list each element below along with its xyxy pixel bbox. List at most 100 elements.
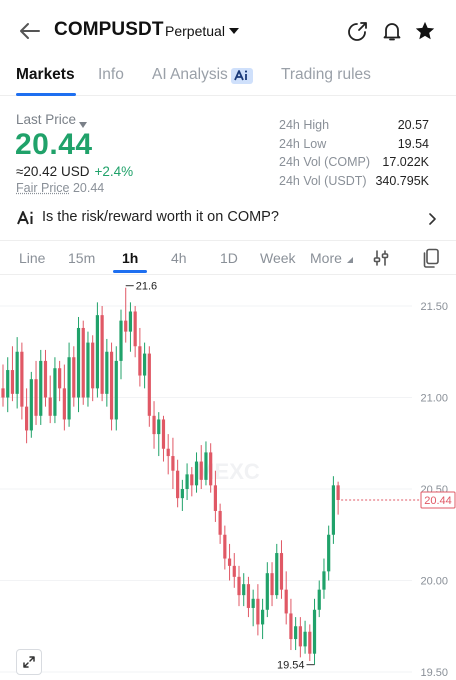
candle-body [279,553,284,590]
candle-body [246,584,251,608]
tab-markets[interactable]: Markets [16,66,75,84]
candle-body [91,342,95,389]
stats-panel: 24h High 20.57 24h Low 19.54 24h Vol (CO… [279,118,429,192]
current-price-tag-label: 20.44 [424,495,452,507]
candle-body [43,360,48,398]
candle-body [185,474,189,489]
stat-value: 19.54 [397,136,429,151]
candle-body [53,368,57,416]
candle-body [275,553,279,596]
candle-body [10,370,15,394]
candle-body [303,631,307,647]
interval-1d[interactable]: 1D [220,250,238,266]
candle-body [147,353,151,416]
candle-body [166,448,170,457]
top-bar: COMPUSDT Perpetual [0,0,456,60]
candle-body [327,534,331,572]
candle-body [204,452,208,480]
candle-body [62,388,66,420]
candle-body [20,351,24,407]
candle-body [58,368,62,389]
interval-bar: Line 15m 1h 4h 1D Week More [0,241,456,275]
fair-price-line: Fair Price 20.44 [16,181,104,195]
indicator-settings-icon[interactable] [370,247,392,269]
back-button[interactable] [16,18,44,44]
candle-body [39,360,43,416]
candle-body [322,571,326,590]
low-marker-label: 19.54 [277,660,305,672]
y-tick-label: 21.50 [420,301,448,313]
candle-body [227,558,232,566]
last-price-label[interactable]: Last Price [16,112,76,127]
candle-body [76,327,81,398]
candle-body [190,474,194,486]
candle-body [194,461,199,486]
candle-body [312,609,317,654]
candle-body [171,456,175,471]
candles-group [1,287,340,665]
fair-price-value: 20.44 [72,181,105,195]
candle-body [308,631,312,654]
candle-body [209,452,213,486]
star-icon[interactable] [412,18,438,44]
candle-body [29,379,33,431]
candle-body [124,320,128,332]
candle-body [72,357,76,398]
active-tab-indicator [16,93,76,96]
interval-more[interactable]: More [310,250,354,266]
tab-ai-analysis-label: AI Analysis [152,66,228,83]
candle-body [114,360,118,420]
chart-grid [0,305,412,673]
candle-body [95,315,99,389]
interval-week[interactable]: Week [260,250,296,266]
candle-body [81,327,85,398]
expand-icon [23,656,35,668]
interval-4h[interactable]: 4h [171,250,187,266]
candle-body [25,406,29,431]
candle-body [67,357,71,420]
high-marker-label: 21.6 [136,281,157,293]
pair-symbol[interactable]: COMPUSDT [54,19,164,41]
interval-line[interactable]: Line [19,250,45,266]
contract-type[interactable]: Perpetual [165,23,225,39]
usd-value: ≈20.42 USD [16,164,90,179]
candle-body [133,311,137,347]
candle-body [1,388,5,398]
candle-body [232,565,236,577]
y-tick-label: 19.50 [420,667,448,679]
tab-ai-analysis[interactable]: AI Analysis [152,66,253,84]
tab-trading-rules[interactable]: Trading rules [281,66,371,84]
interval-1h[interactable]: 1h [122,250,138,266]
candle-body [128,311,133,332]
stat-label: 24h Low [279,136,327,151]
candle-body [143,353,147,376]
candle-body [138,346,142,376]
last-price-value: 20.44 [15,128,93,161]
bell-icon[interactable] [379,18,405,44]
ai-prompt-row[interactable]: Is the risk/reward worth it on COMP? [0,203,456,233]
candle-body [157,419,161,435]
candle-body [161,419,166,449]
candle-body [86,342,90,398]
interval-more-label: More [310,250,342,266]
price-change-percent: +2.4% [94,164,134,179]
usd-price-line: ≈20.42 USD +2.4% [16,164,133,179]
candle-body [119,320,123,361]
stat-24h-low: 24h Low 19.54 [279,137,429,156]
stat-label: 24h Vol (USDT) [279,173,367,188]
candle-body [48,397,52,416]
caret-down-icon[interactable] [227,24,241,38]
interval-15m[interactable]: 15m [68,250,95,266]
fair-price-label[interactable]: Fair Price [16,181,69,195]
expand-chart-button[interactable] [16,649,42,675]
copy-icon[interactable] [420,247,442,269]
candlestick-chart[interactable]: MEXC 21.5021.0020.5020.0019.50 21.619.54… [0,276,456,680]
candle-body [105,351,109,394]
y-tick-label: 21.00 [420,393,448,405]
share-icon[interactable] [345,18,371,44]
candle-body [298,626,302,647]
y-tick-label: 20.00 [420,576,448,588]
candle-body [180,489,184,499]
tab-info[interactable]: Info [98,66,124,84]
stat-label: 24h High [279,118,330,132]
